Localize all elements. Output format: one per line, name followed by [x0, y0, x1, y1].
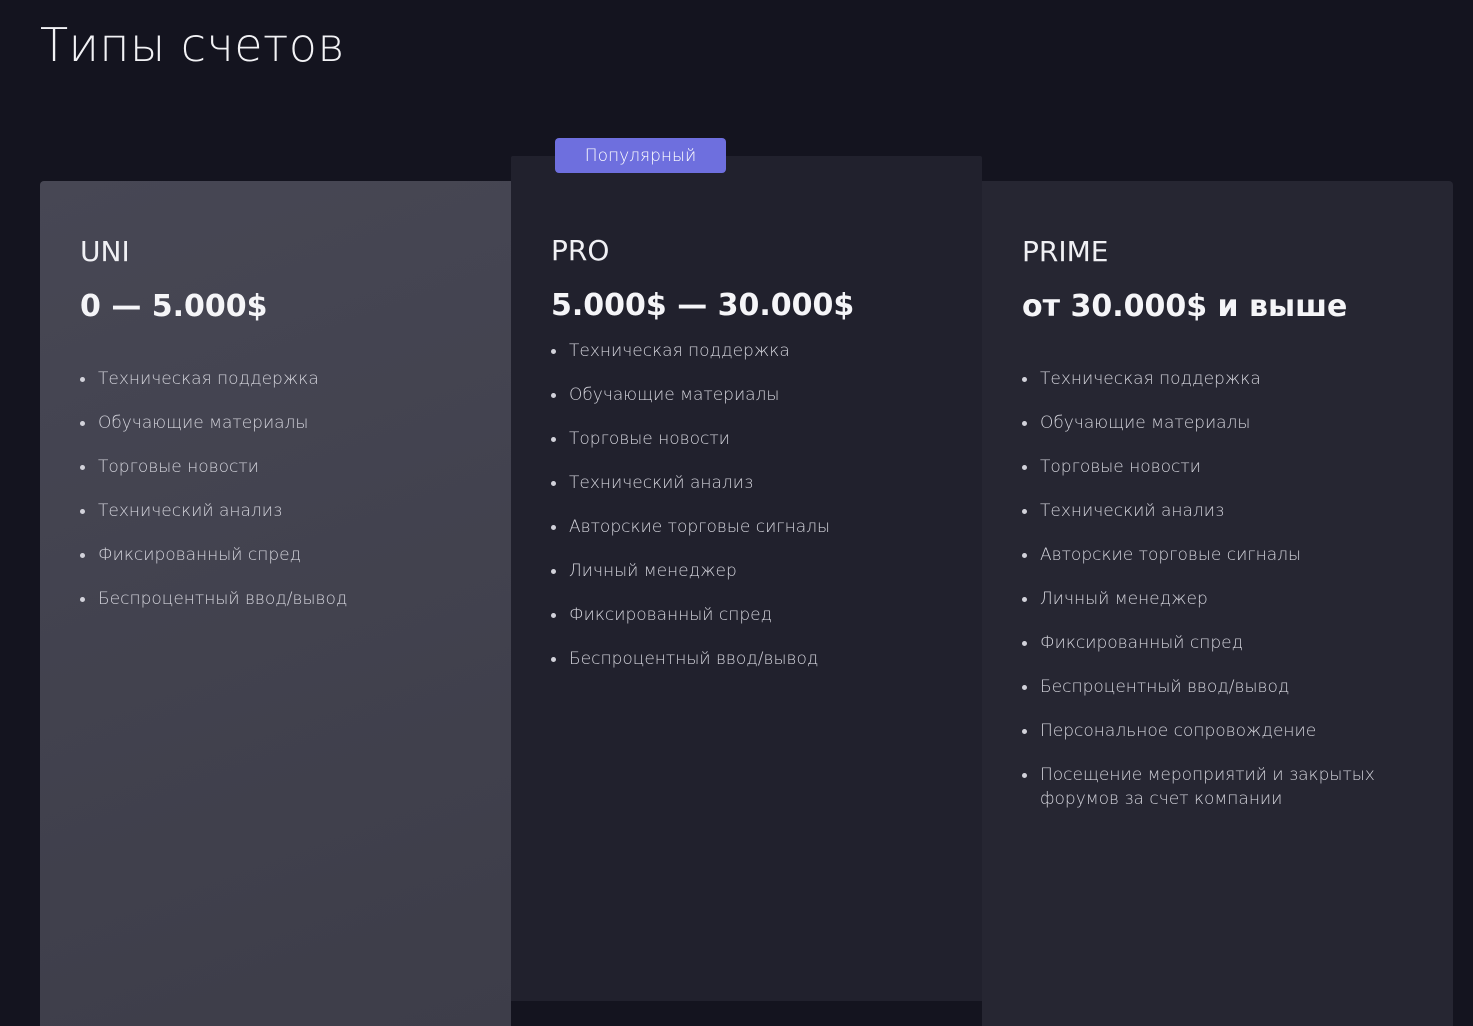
feature-item: Техническая поддержка — [1022, 367, 1413, 391]
feature-label: Обучающие материалы — [1040, 413, 1251, 433]
feature-label: Фиксированный спред — [98, 545, 302, 565]
feature-label: Техническая поддержка — [569, 341, 790, 361]
bullet-icon — [1022, 421, 1027, 426]
feature-label: Личный менеджер — [1040, 589, 1208, 609]
feature-label: Технический анализ — [1040, 501, 1225, 521]
feature-label: Фиксированный спред — [1040, 633, 1244, 653]
feature-label: Обучающие материалы — [98, 413, 309, 433]
bullet-icon — [80, 421, 85, 426]
feature-label: Персональное сопровождение — [1040, 721, 1317, 741]
plan-card-uni[interactable]: UNI 0 — 5.000$ Техническая поддержка Обу… — [40, 181, 511, 1026]
feature-item: Личный менеджер — [551, 559, 942, 583]
feature-item: Обучающие материалы — [80, 411, 471, 435]
bullet-icon — [1022, 377, 1027, 382]
bullet-icon — [1022, 509, 1027, 514]
plan-name: PRO — [551, 234, 610, 267]
feature-item: Фиксированный спред — [80, 543, 471, 567]
bullet-icon — [80, 377, 85, 382]
plan-name: PRIME — [1022, 235, 1109, 268]
plan-price-range: от 30.000$ и выше — [1022, 289, 1348, 324]
feature-item: Технический анализ — [80, 499, 471, 523]
bullet-icon — [1022, 641, 1027, 646]
feature-item: Торговые новости — [80, 455, 471, 479]
feature-label: Авторские торговые сигналы — [569, 517, 831, 537]
feature-label: Авторские торговые сигналы — [1040, 545, 1302, 565]
bullet-icon — [80, 553, 85, 558]
bullet-icon — [551, 437, 556, 442]
bullet-icon — [1022, 729, 1027, 734]
feature-item: Беспроцентный ввод/вывод — [80, 587, 471, 611]
feature-label: Торговые новости — [569, 429, 730, 449]
bullet-icon — [1022, 685, 1027, 690]
plan-price-range: 5.000$ — 30.000$ — [551, 288, 855, 323]
bullet-icon — [551, 525, 556, 530]
plan-card-prime[interactable]: PRIME от 30.000$ и выше Техническая подд… — [982, 181, 1453, 1026]
feature-label: Техническая поддержка — [98, 369, 319, 389]
feature-item: Фиксированный спред — [1022, 631, 1413, 655]
bullet-icon — [80, 509, 85, 514]
bullet-icon — [551, 569, 556, 574]
feature-item: Торговые новости — [551, 427, 942, 451]
feature-label: Техническая поддержка — [1040, 369, 1261, 389]
feature-label: Технический анализ — [569, 473, 754, 493]
plan-name: UNI — [80, 235, 130, 268]
feature-label: Беспроцентный ввод/вывод — [569, 649, 819, 669]
bullet-icon — [1022, 773, 1027, 778]
account-plans: UNI 0 — 5.000$ Техническая поддержка Обу… — [40, 0, 1453, 1026]
bullet-icon — [1022, 597, 1027, 602]
feature-item: Обучающие материалы — [1022, 411, 1413, 435]
popular-badge: Популярный — [555, 138, 726, 173]
feature-label: Технический анализ — [98, 501, 283, 521]
bullet-icon — [80, 597, 85, 602]
feature-label: Беспроцентный ввод/вывод — [1040, 677, 1290, 697]
feature-label: Торговые новости — [98, 457, 259, 477]
feature-item: Технический анализ — [551, 471, 942, 495]
bullet-icon — [1022, 465, 1027, 470]
feature-label: Личный менеджер — [569, 561, 737, 581]
bullet-icon — [551, 349, 556, 354]
plan-price-range: 0 — 5.000$ — [80, 289, 268, 324]
feature-item: Технический анализ — [1022, 499, 1413, 523]
feature-label: Посещение мероприятий и закрытых форумов… — [1040, 765, 1375, 809]
bullet-icon — [1022, 553, 1027, 558]
feature-item: Посещение мероприятий и закрытых форумов… — [1022, 763, 1413, 811]
feature-label: Беспроцентный ввод/вывод — [98, 589, 348, 609]
feature-item: Фиксированный спред — [551, 603, 942, 627]
feature-item: Личный менеджер — [1022, 587, 1413, 611]
feature-item: Техническая поддержка — [80, 367, 471, 391]
bullet-icon — [551, 393, 556, 398]
feature-label: Торговые новости — [1040, 457, 1201, 477]
feature-item: Торговые новости — [1022, 455, 1413, 479]
feature-label: Фиксированный спред — [569, 605, 773, 625]
feature-item: Беспроцентный ввод/вывод — [551, 647, 942, 671]
feature-item: Техническая поддержка — [551, 339, 942, 363]
feature-label: Обучающие материалы — [569, 385, 780, 405]
feature-item: Обучающие материалы — [551, 383, 942, 407]
feature-item: Авторские торговые сигналы — [1022, 543, 1413, 567]
feature-list: Техническая поддержка Обучающие материал… — [80, 367, 471, 631]
plan-card-pro[interactable]: Популярный PRO 5.000$ — 30.000$ Техничес… — [511, 138, 982, 1001]
bullet-icon — [551, 481, 556, 486]
feature-list: Техническая поддержка Обучающие материал… — [551, 339, 942, 691]
bullet-icon — [551, 613, 556, 618]
feature-item: Беспроцентный ввод/вывод — [1022, 675, 1413, 699]
bullet-icon — [551, 657, 556, 662]
feature-list: Техническая поддержка Обучающие материал… — [1022, 367, 1413, 831]
bullet-icon — [80, 465, 85, 470]
feature-item: Персональное сопровождение — [1022, 719, 1413, 743]
feature-item: Авторские торговые сигналы — [551, 515, 942, 539]
